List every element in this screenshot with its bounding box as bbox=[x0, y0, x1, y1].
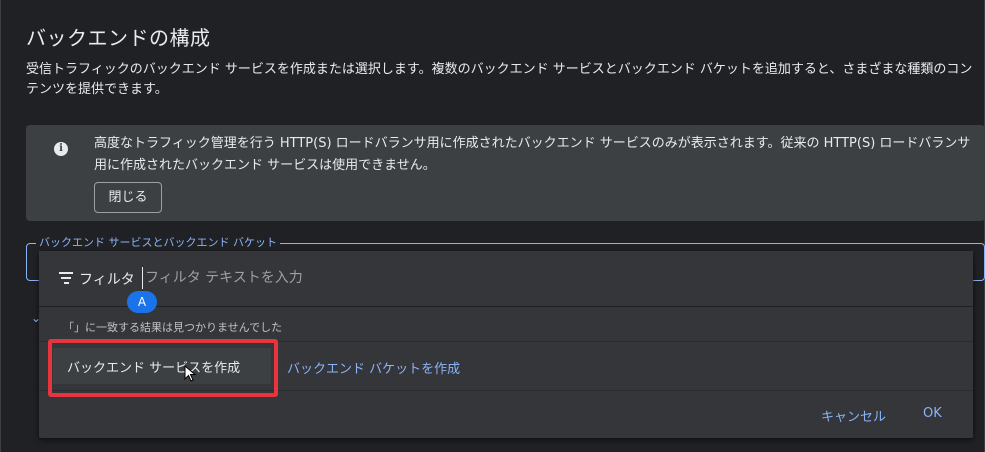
filter-label: フィルタ bbox=[79, 272, 135, 288]
filter-input[interactable] bbox=[142, 267, 742, 289]
close-button[interactable]: 閉じる bbox=[94, 182, 162, 213]
backend-config-panel: バックエンドの構成 受信トラフィックのバックエンド サービスを作成または選択しま… bbox=[0, 0, 985, 452]
info-banner-text: 高度なトラフィック管理を行う HTTP(S) ロードバランサ用に作成されたバック… bbox=[94, 136, 971, 173]
filter-icon bbox=[59, 272, 73, 284]
ok-button[interactable]: OK bbox=[923, 406, 942, 421]
page-description: 受信トラフィックのバックエンド サービスを作成または選択します。複数のバックエン… bbox=[26, 62, 973, 97]
create-actions-row: バックエンド サービスを作成 バックエンド バケットを作成 bbox=[39, 341, 973, 391]
filter-bar: フィルタ A bbox=[39, 251, 973, 313]
info-icon: i bbox=[54, 142, 68, 156]
mouse-pointer-icon bbox=[184, 365, 197, 382]
page-title: バックエンドの構成 bbox=[26, 26, 211, 50]
text-cursor-badge: A bbox=[127, 291, 157, 313]
create-backend-bucket-link[interactable]: バックエンド バケットを作成 bbox=[287, 358, 460, 377]
info-banner: i 高度なトラフィック管理を行う HTTP(S) ロードバランサ用に作成されたバ… bbox=[26, 125, 985, 221]
backend-field-label: バックエンド サービスとバックエンド バケット bbox=[36, 234, 280, 250]
no-results-message: 「」に一致する結果は見つかりませんでした bbox=[63, 321, 283, 334]
cancel-button[interactable]: キャンセル bbox=[821, 406, 886, 425]
create-backend-service-button[interactable]: バックエンド サービスを作成 bbox=[53, 348, 271, 384]
backend-dropdown-menu: フィルタ A 「」に一致する結果は見つかりませんでした バックエンド サービスを… bbox=[39, 251, 973, 438]
